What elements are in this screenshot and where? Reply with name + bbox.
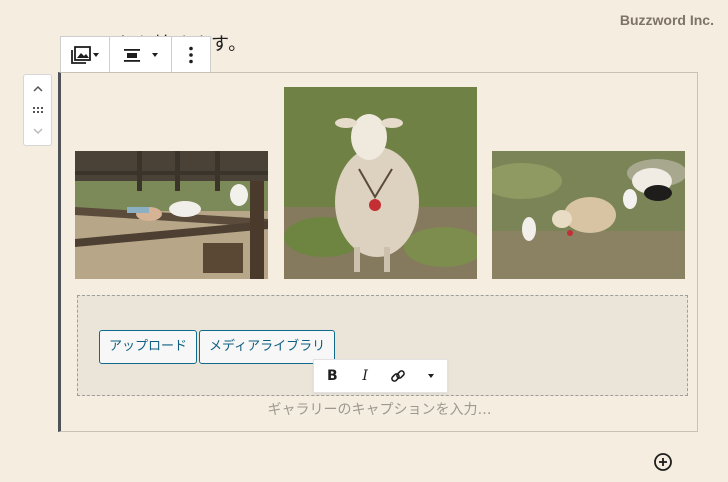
upload-button[interactable]: アップロード [99, 330, 198, 364]
gallery-image-flock[interactable] [492, 151, 685, 279]
more-formatting-button[interactable] [414, 360, 447, 393]
plus-circle-icon [654, 453, 672, 471]
align-button[interactable] [110, 37, 171, 72]
link-icon [391, 370, 405, 382]
dropdown-arrow-icon [151, 52, 158, 57]
more-options-icon [189, 46, 193, 63]
block-type-button[interactable] [61, 37, 109, 72]
block-toolbar [60, 36, 211, 73]
italic-button[interactable]: I [349, 360, 382, 393]
format-toolbar: B I [313, 359, 448, 393]
align-center-icon [123, 48, 140, 62]
block-mover [23, 74, 52, 146]
goats-on-fence-photo [75, 151, 268, 279]
watermark: Buzzword Inc. [619, 12, 714, 28]
drag-handle[interactable] [28, 101, 48, 119]
chevron-up-icon [32, 85, 43, 92]
sheep-photo [284, 87, 477, 279]
sheep-flock-photo [492, 151, 685, 279]
drag-handle-icon [32, 107, 43, 113]
move-down-button[interactable] [28, 122, 48, 140]
chevron-down-icon [32, 128, 43, 135]
bold-button[interactable]: B [316, 360, 349, 393]
gallery-image-sheep[interactable] [284, 87, 477, 279]
more-options-button[interactable] [172, 37, 210, 72]
move-up-button[interactable] [28, 80, 48, 98]
dropdown-arrow-icon [427, 374, 434, 378]
italic-label: I [362, 368, 368, 384]
add-block-button[interactable] [652, 451, 674, 473]
bold-label: B [327, 368, 338, 384]
link-button[interactable] [382, 360, 415, 393]
dropdown-arrow-icon [93, 52, 99, 57]
gallery-image-goats[interactable] [75, 151, 268, 279]
gallery-caption-input[interactable]: ギャラリーのキャプションを入力… [61, 399, 698, 419]
gallery-icon [71, 45, 91, 64]
